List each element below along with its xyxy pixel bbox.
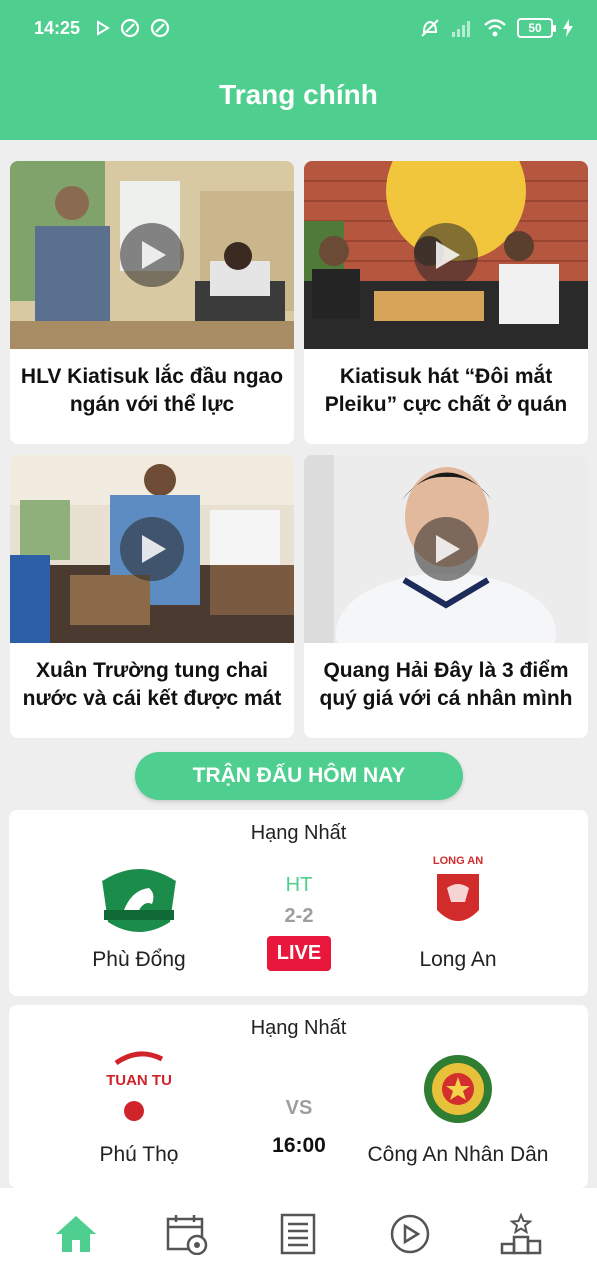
- signal-icon: [452, 21, 470, 37]
- app-header: Trang chính: [0, 60, 597, 140]
- status-bar: 14:25 50: [0, 0, 597, 60]
- away-team-name: Long An: [419, 948, 497, 971]
- kickoff-time: 16:00: [272, 1134, 326, 1157]
- battery-level: 50: [528, 21, 542, 35]
- play-circle-icon: [390, 1214, 430, 1254]
- nav-rankings[interactable]: [491, 1204, 551, 1264]
- play-button[interactable]: [120, 223, 184, 287]
- long-an-logo: LONG AN: [433, 855, 483, 921]
- calendar-ball-icon: [166, 1215, 208, 1255]
- status-notification-icons: [96, 18, 170, 38]
- status-system-icons: 50: [419, 17, 573, 39]
- nav-news[interactable]: [268, 1204, 328, 1264]
- page-title: Trang chính: [219, 79, 378, 110]
- play-icon: [142, 241, 166, 269]
- video-card[interactable]: HLV Kiatisuk lắc đầu ngao ngán với thể l…: [10, 161, 294, 444]
- match-score: 2-2: [284, 905, 314, 927]
- match-versus: VS: [285, 1097, 313, 1119]
- video-title: Xuân Trường tung chai nước và cái kết đư…: [22, 659, 282, 710]
- mute-alarm-icon: [421, 19, 439, 37]
- video-title: HLV Kiatisuk lắc đầu ngao ngán với thể l…: [20, 365, 284, 416]
- play-button[interactable]: [414, 223, 478, 287]
- video-title: Kiatisuk hát “Đôi mắt Pleiku” cực chất ở…: [324, 365, 568, 416]
- match-card[interactable]: Hạng Nhất TUAN TU Phú Thọ VS 16:00 Công …: [9, 1005, 588, 1188]
- at-notification-icon: [120, 18, 140, 38]
- play-button[interactable]: [414, 517, 478, 581]
- status-time: 14:25: [34, 18, 81, 38]
- at-notification-icon-2: [150, 18, 170, 38]
- play-icon: [436, 535, 460, 563]
- podium-icon: [501, 1213, 542, 1255]
- league-name: Hạng Nhất: [250, 822, 347, 844]
- bottom-navigation: [0, 1188, 597, 1280]
- tuan-tu-logo-text: TUAN TU: [106, 1072, 172, 1089]
- video-card[interactable]: Xuân Trường tung chai nước và cái kết đư…: [10, 455, 294, 738]
- home-team-name: Phú Thọ: [99, 1143, 179, 1166]
- home-team-name: Phù Đổng: [92, 948, 186, 971]
- live-badge: LIVE: [266, 936, 332, 971]
- video-title: Quang Hải Đây là 3 điểm quý giá với cá n…: [319, 659, 573, 710]
- charging-icon: [563, 19, 573, 37]
- match-status: HT 2-2 LIVE: [249, 874, 349, 971]
- long-an-logo-text: LONG AN: [433, 855, 483, 867]
- nav-schedule[interactable]: [157, 1204, 217, 1264]
- phu-tho-logo: TUAN TU: [106, 1051, 172, 1121]
- away-team-name: Công An Nhân Dân: [367, 1143, 549, 1166]
- nav-videos[interactable]: [380, 1204, 440, 1264]
- section-label: TRẬN ĐẤU HÔM NAY: [192, 764, 406, 787]
- match-card[interactable]: Hạng Nhất Phù Đổng HT 2-2 LIVE LONG AN L…: [9, 810, 588, 996]
- video-card[interactable]: Quang Hải Đây là 3 điểm quý giá với cá n…: [304, 455, 588, 738]
- match-status: VS 16:00: [249, 1097, 349, 1158]
- match-period: HT: [285, 874, 313, 896]
- nav-home[interactable]: [46, 1204, 106, 1264]
- play-icon: [142, 535, 166, 563]
- wifi-icon: [484, 19, 506, 37]
- battery-indicator: 50: [517, 18, 556, 38]
- home-icon: [55, 1216, 96, 1252]
- play-button[interactable]: [120, 517, 184, 581]
- todays-matches-button[interactable]: TRẬN ĐẤU HÔM NAY: [135, 752, 463, 800]
- cong-an-nhan-dan-logo: [424, 1055, 492, 1123]
- news-icon: [281, 1213, 316, 1255]
- play-notification-icon: [97, 20, 110, 36]
- video-card[interactable]: Kiatisuk hát “Đôi mắt Pleiku” cực chất ở…: [304, 161, 588, 444]
- phu-dong-logo: [101, 867, 177, 932]
- league-name: Hạng Nhất: [250, 1017, 347, 1039]
- play-icon: [436, 241, 460, 269]
